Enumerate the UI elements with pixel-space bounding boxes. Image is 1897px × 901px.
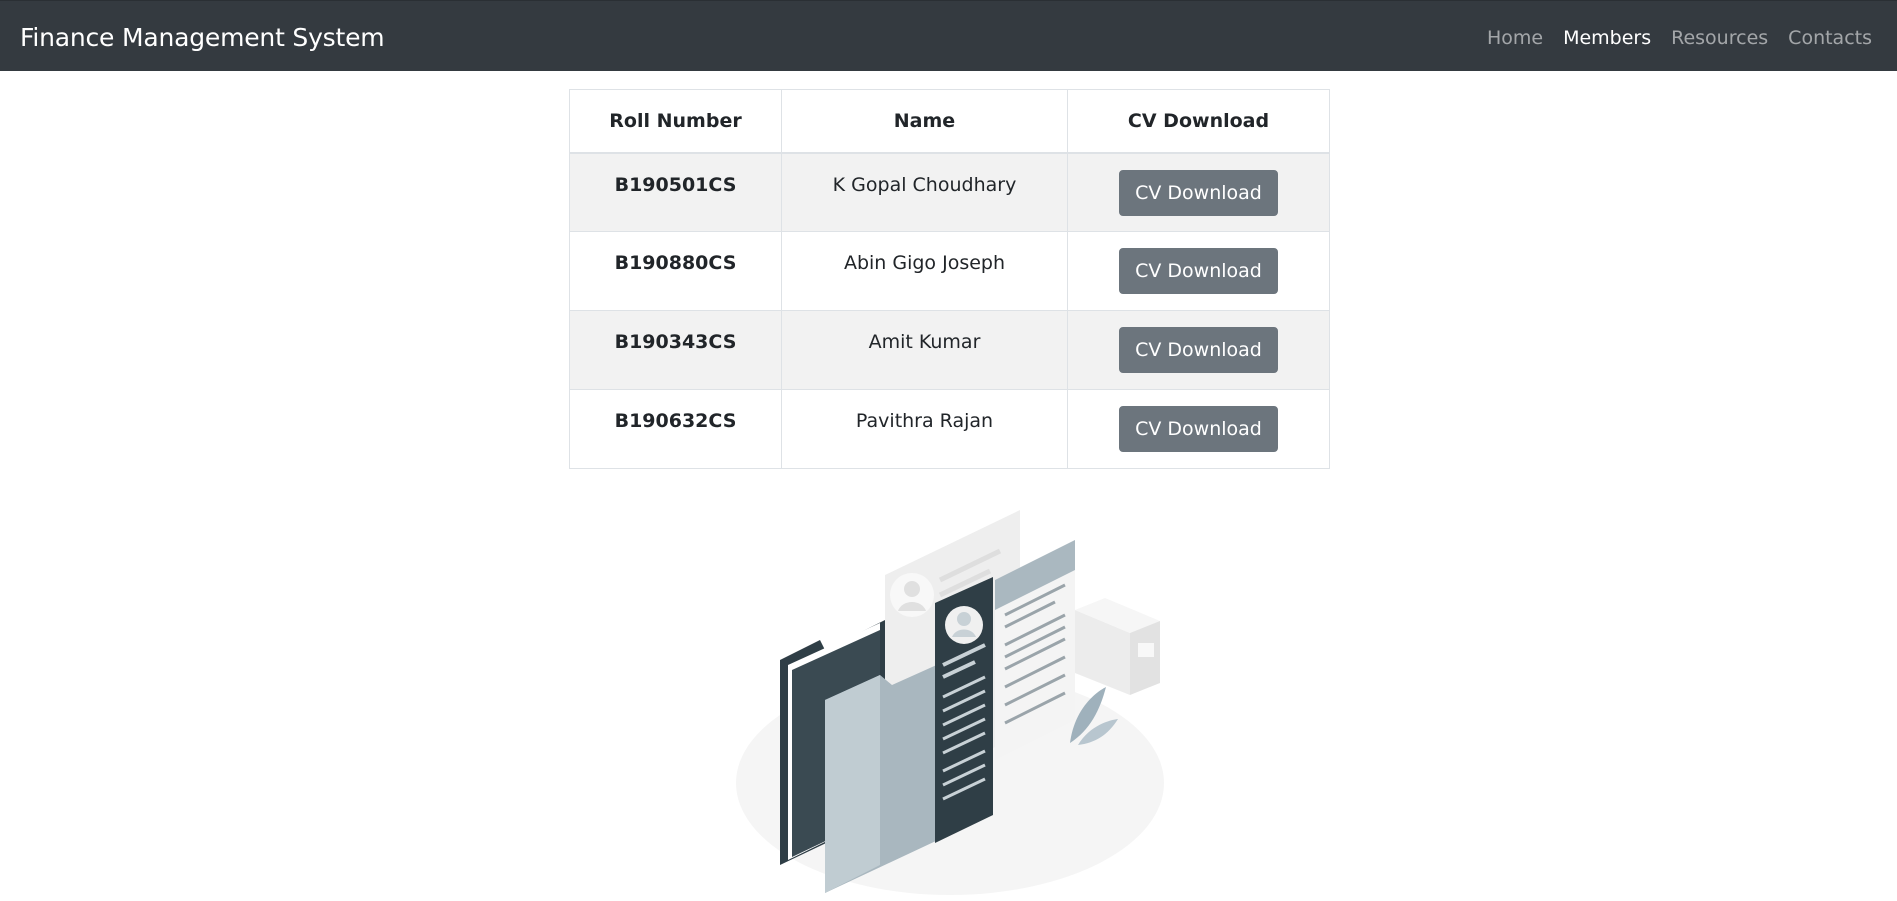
nav-links: Home Members Resources Contacts [1487, 27, 1872, 49]
nav-link-contacts[interactable]: Contacts [1788, 27, 1872, 49]
cv-download-button[interactable]: CV Download [1119, 248, 1278, 294]
name-cell: K Gopal Choudhary [781, 152, 1068, 232]
cv-cell: CV Download [1067, 310, 1330, 390]
cv-cell: CV Download [1067, 231, 1330, 311]
name-cell: Abin Gigo Joseph [781, 231, 1068, 311]
members-table-container: Roll Number Name CV Download B190501CS K… [569, 89, 1330, 469]
cv-download-button[interactable]: CV Download [1119, 169, 1278, 216]
navbar: Finance Management System Home Members R… [0, 0, 1897, 71]
nav-link-resources[interactable]: Resources [1671, 27, 1768, 49]
resume-documents-illustration [730, 505, 1170, 897]
header-cv-download: CV Download [1067, 89, 1330, 154]
table-row: B190501CS K Gopal Choudhary CV Download [569, 152, 1330, 232]
members-table: Roll Number Name CV Download B190501CS K… [569, 89, 1330, 469]
header-roll-number: Roll Number [569, 89, 782, 154]
nav-link-home[interactable]: Home [1487, 27, 1543, 49]
cv-download-button[interactable]: CV Download [1119, 406, 1278, 452]
resume-illustration-svg [736, 510, 1164, 895]
table-row: B190343CS Amit Kumar CV Download [569, 310, 1330, 390]
cv-cell: CV Download [1067, 152, 1330, 232]
name-cell: Pavithra Rajan [781, 389, 1068, 469]
roll-number-cell: B190343CS [569, 310, 782, 390]
brand-link[interactable]: Finance Management System [20, 23, 385, 52]
nav-link-members[interactable]: Members [1563, 27, 1651, 49]
table-row: B190632CS Pavithra Rajan CV Download [569, 389, 1330, 469]
cv-download-button[interactable]: CV Download [1119, 327, 1278, 373]
roll-number-cell: B190501CS [569, 152, 782, 232]
cv-cell: CV Download [1067, 389, 1330, 469]
table-header-row: Roll Number Name CV Download [569, 89, 1330, 154]
roll-number-cell: B190880CS [569, 231, 782, 311]
table-row: B190880CS Abin Gigo Joseph CV Download [569, 231, 1330, 311]
roll-number-cell: B190632CS [569, 389, 782, 469]
header-name: Name [781, 89, 1068, 154]
name-cell: Amit Kumar [781, 310, 1068, 390]
